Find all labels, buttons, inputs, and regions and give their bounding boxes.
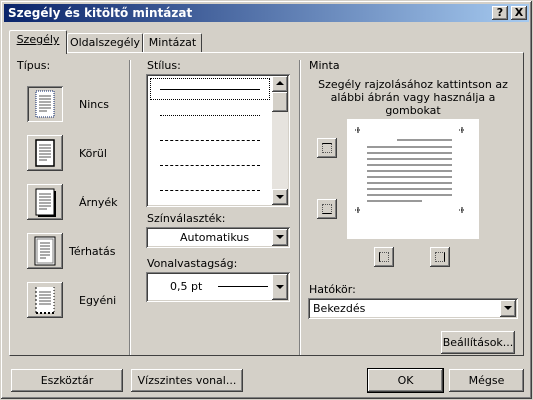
stilus-heading: Stílus: [147,59,181,72]
tipus-egyeni-button[interactable] [27,282,63,318]
border-top-button[interactable] [317,138,337,158]
minta-heading: Minta [309,59,340,72]
scope-dropdown-value: Bekezdés [313,302,366,315]
tab-oldalszegely-label: Oldalszegély [69,36,141,49]
style-dash-dot-line[interactable] [160,190,260,191]
style-dashed-line[interactable] [160,165,260,166]
border-3d-icon [34,236,56,266]
style-scrollbar-thumb[interactable] [272,92,288,112]
border-bottom-icon [322,204,332,214]
hatokor-heading: Hatókör: [309,283,356,296]
border-custom-icon [35,287,55,314]
color-dropdown[interactable]: Automatikus [146,227,290,248]
horizontal-line-button[interactable]: Vízszintes vonal... [131,369,243,392]
preview-paragraph-icon [355,127,465,213]
color-dropdown-value: Automatikus [180,231,250,244]
scroll-up-icon [276,81,284,85]
style-dotted-line[interactable] [160,115,260,116]
separator-left [129,60,131,355]
tipus-nincs-label: Nincs [79,98,110,111]
help-button[interactable]: ? [492,6,508,20]
tipus-nincs-button[interactable] [27,86,63,122]
style-scrollbar-track[interactable] [272,92,288,189]
tipus-arnyek-label: Árnyék [79,196,118,209]
style-solid-line[interactable] [160,89,260,90]
chevron-down-icon [276,235,284,239]
tab-szegely-label: Szegély [16,33,60,46]
minta-hint: Szegély rajzolásához kattintson az alább… [318,78,508,117]
width-dropdown-value: 0,5 pt [170,280,203,293]
tipus-arnyek-button[interactable] [27,184,63,220]
border-shadow-icon [35,188,56,217]
szinvalasztek-heading: Színválaszték: [147,212,226,225]
border-bottom-button[interactable] [317,199,337,219]
border-none-icon [35,90,55,118]
width-dropdown-arrow[interactable] [272,274,288,300]
tab-mintazat[interactable]: Mintázat [143,33,202,52]
style-scroll-up-button[interactable] [272,76,288,92]
cancel-button[interactable]: Mégse [449,369,524,392]
scroll-down-icon [276,195,284,199]
border-right-icon [435,252,445,262]
style-listbox[interactable] [146,74,290,207]
border-left-button[interactable] [374,247,394,267]
border-box-icon [35,139,55,167]
color-dropdown-arrow[interactable] [272,229,288,246]
chevron-down-icon [504,306,512,310]
tipus-korul-button[interactable] [27,135,63,171]
tipus-terhatas-label: Térhatás [69,245,116,258]
tipus-egyeni-label: Egyéni [79,294,117,307]
style-scroll-down-button[interactable] [272,189,288,205]
close-button[interactable]: X [511,6,527,20]
vonalvastagsag-heading: Vonalvastagság: [147,257,238,270]
width-dropdown[interactable]: 0,5 pt [146,272,290,302]
dialog-window: Szegély és kitöltő mintázat ? X Szegély … [0,0,533,400]
tab-oldalszegely[interactable]: Oldalszegély [67,33,143,52]
scope-dropdown[interactable]: Bekezdés [308,298,518,319]
preview-area[interactable] [347,119,479,239]
tab-mintazat-label: Mintázat [148,36,197,49]
scope-dropdown-arrow[interactable] [500,300,516,317]
border-right-button[interactable] [430,247,450,267]
toolbar-button[interactable]: Eszköztár [11,369,123,392]
border-top-icon [322,143,332,153]
tipus-heading: Típus: [17,59,51,72]
options-button[interactable]: Beállítások... [441,331,515,354]
tipus-terhatas-button[interactable] [27,233,63,269]
chevron-down-icon [276,285,284,289]
ok-button[interactable]: OK [368,369,443,392]
border-left-icon [379,252,389,262]
width-sample-line [218,286,268,287]
separator-right [299,60,301,355]
window-title: Szegély és kitöltő mintázat [8,6,193,20]
style-dashed-small-line[interactable] [160,140,260,141]
title-bar[interactable]: Szegély és kitöltő mintázat ? X [4,4,529,22]
tipus-korul-label: Körül [79,147,107,160]
tab-szegely[interactable]: Szegély [9,30,67,54]
